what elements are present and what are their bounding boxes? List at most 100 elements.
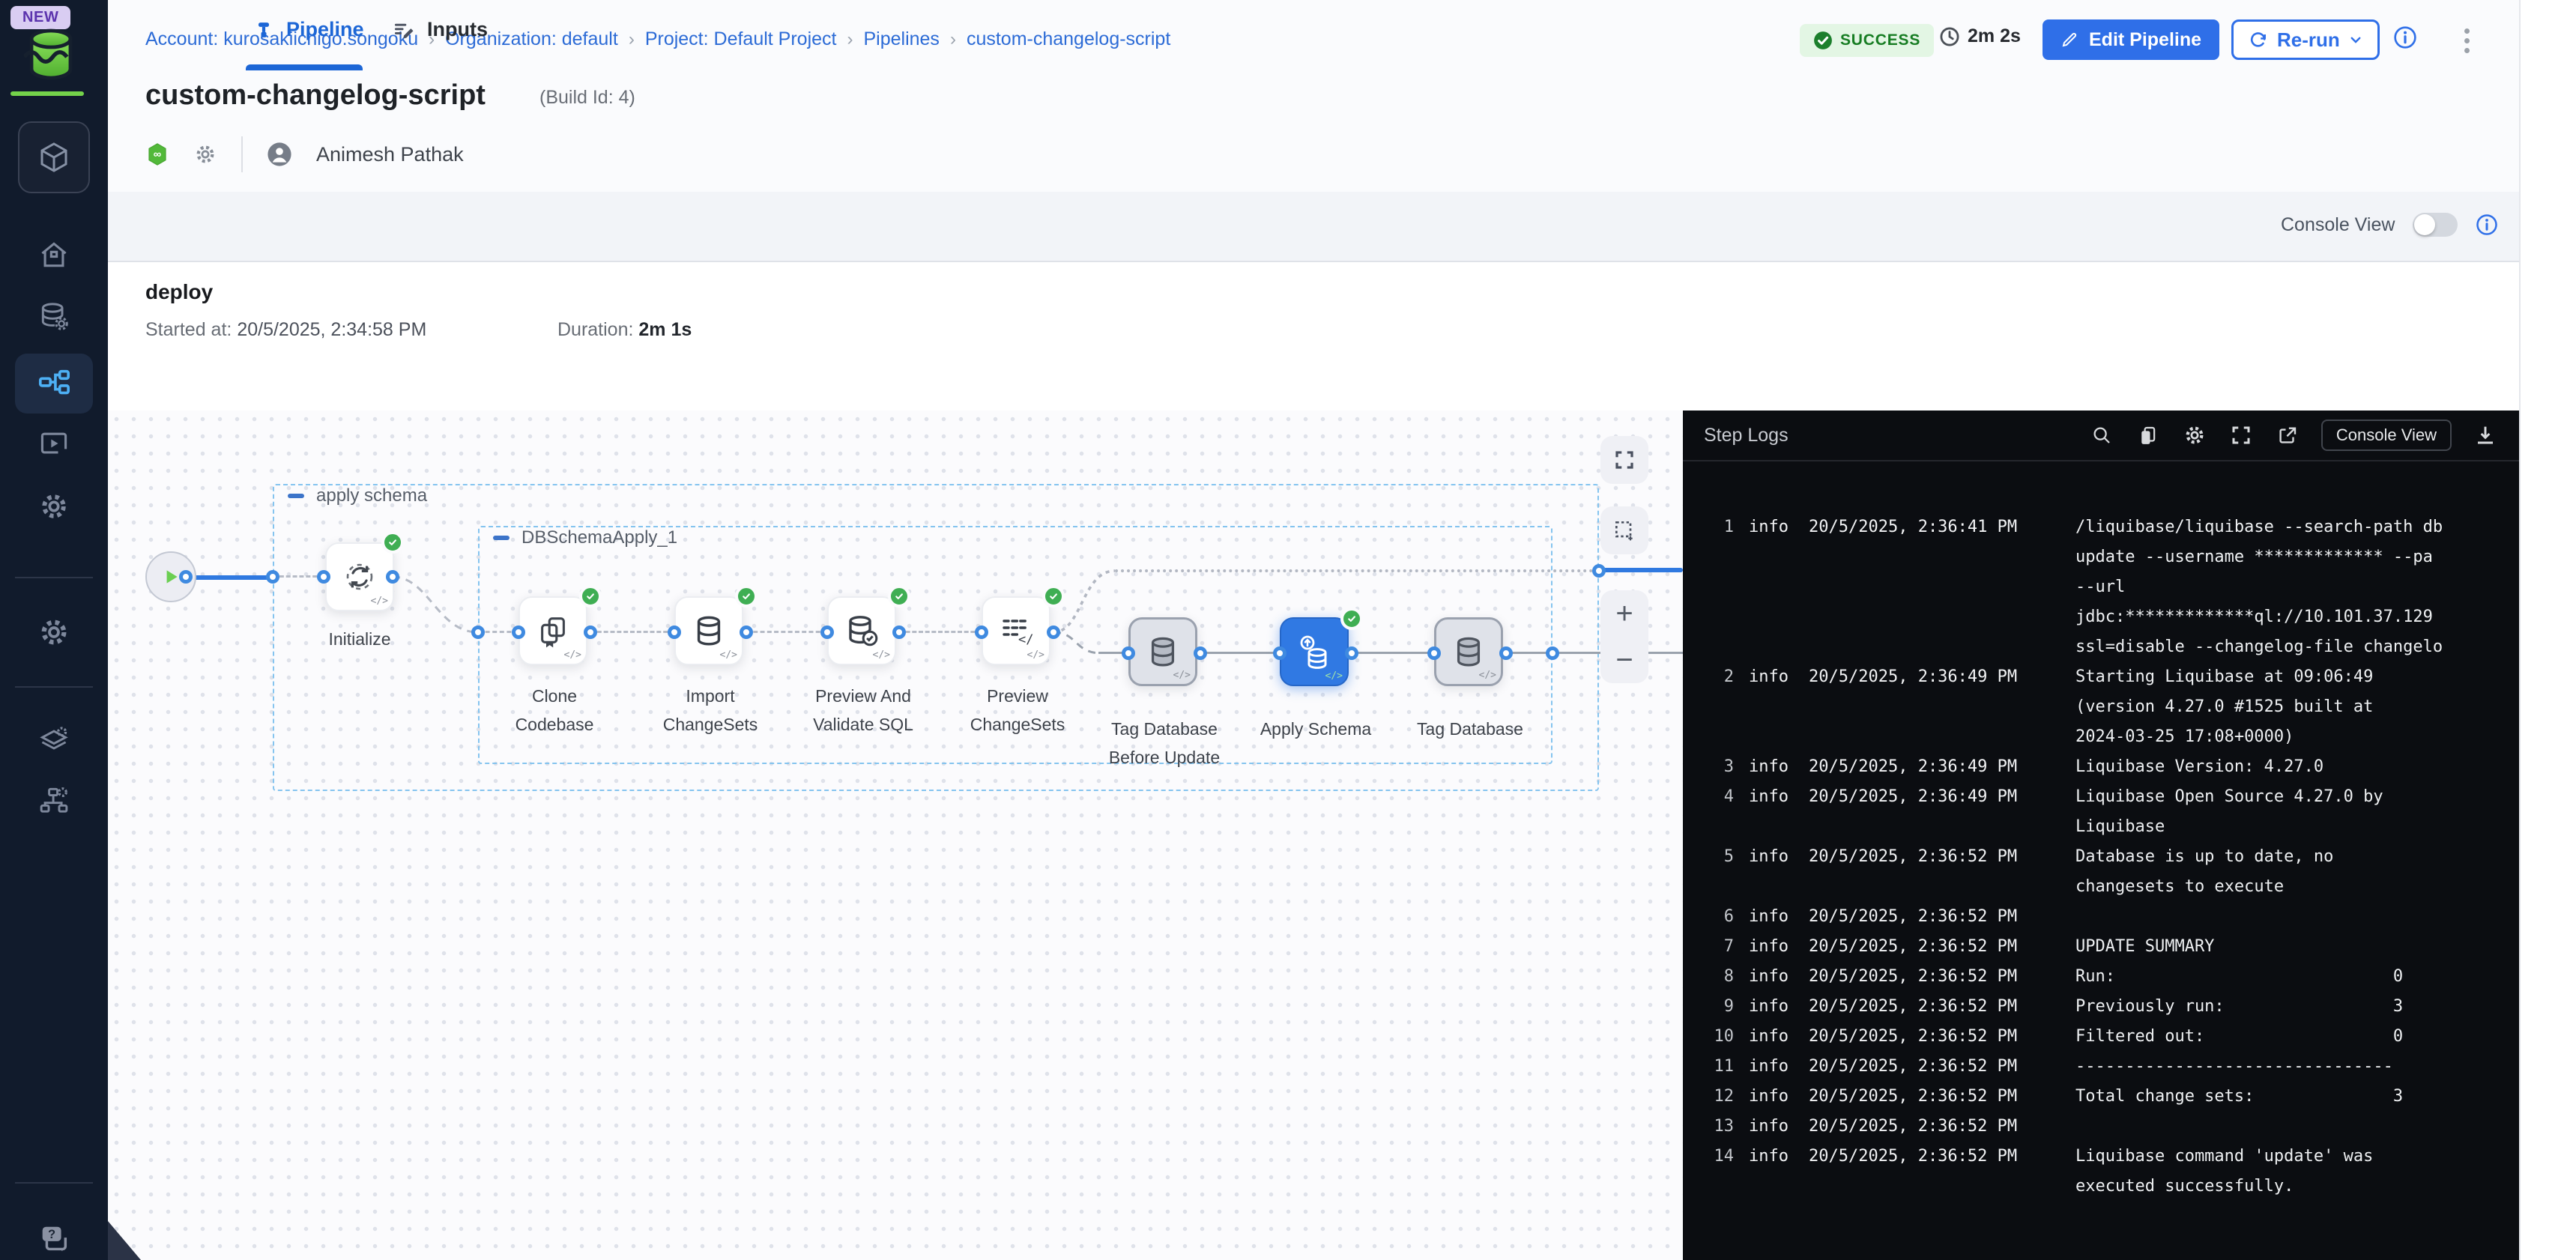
step-logs-panel: Step Logs Console View 1 info 20/5/2025,… bbox=[1683, 411, 2519, 1260]
node-apply-schema[interactable]: </> bbox=[1280, 617, 1349, 686]
node-preview-and-validate-sql[interactable]: </> bbox=[827, 596, 896, 665]
open-in-new-icon[interactable] bbox=[2275, 422, 2300, 448]
sidebar-item-database[interactable] bbox=[36, 298, 72, 334]
log-output[interactable]: 1 info 20/5/2025, 2:36:41 PM /liquibase/… bbox=[1683, 461, 2519, 1260]
rerun-button[interactable]: Re-run bbox=[2231, 19, 2380, 60]
log-level: info bbox=[1749, 1052, 1791, 1082]
breadcrumb-current[interactable]: custom-changelog-script bbox=[967, 28, 1170, 50]
node-preview-changesets[interactable]: </> </> bbox=[982, 596, 1050, 665]
sidebar-item-stage-settings[interactable] bbox=[36, 488, 72, 524]
log-level: info bbox=[1749, 752, 1791, 782]
console-view-toggle[interactable] bbox=[2413, 213, 2458, 237]
svg-text:∞: ∞ bbox=[154, 149, 161, 161]
sidebar-item-pipelines[interactable] bbox=[36, 366, 72, 402]
code-icon: </> bbox=[720, 649, 737, 661]
search-icon[interactable] bbox=[2089, 422, 2114, 448]
node-label: Preview AndValidate SQL bbox=[813, 682, 913, 739]
canvas-select-button[interactable] bbox=[1600, 506, 1648, 554]
log-timestamp: 20/5/2025, 2:36:52 PM bbox=[1809, 902, 2034, 932]
edge bbox=[899, 631, 982, 633]
log-timestamp: 20/5/2025, 2:36:52 PM bbox=[1809, 1052, 2034, 1082]
log-message: Total change sets: 3 bbox=[2075, 1082, 2462, 1112]
stage-name: deploy bbox=[145, 280, 213, 304]
code-icon: </> bbox=[1325, 670, 1343, 682]
log-timestamp: 20/5/2025, 2:36:52 PM bbox=[1809, 1082, 2034, 1112]
sidebar-divider bbox=[15, 686, 93, 688]
log-row: 3 info 20/5/2025, 2:36:49 PM Liquibase V… bbox=[1683, 752, 2519, 782]
log-line-number: 13 bbox=[1707, 1112, 1734, 1142]
code-icon: </> bbox=[564, 649, 581, 661]
node-clone-codebase[interactable]: </> bbox=[518, 596, 587, 665]
chevron-down-icon bbox=[2349, 33, 2362, 46]
log-line-number: 8 bbox=[1707, 962, 1734, 992]
sidebar-item-layers-settings[interactable] bbox=[36, 722, 72, 758]
page-right-margin bbox=[2519, 0, 2576, 1260]
sidebar-item-executions[interactable] bbox=[36, 425, 72, 461]
step-logs-title: Step Logs bbox=[1704, 425, 1789, 446]
log-timestamp: 20/5/2025, 2:36:52 PM bbox=[1809, 1022, 2034, 1052]
more-options-menu[interactable] bbox=[2452, 24, 2482, 57]
log-row: 2 info 20/5/2025, 2:36:49 PM Starting Li… bbox=[1683, 662, 2519, 752]
zoom-in-button[interactable]: + bbox=[1600, 590, 1648, 637]
node-label: CloneCodebase bbox=[515, 682, 594, 739]
log-row: 12 info 20/5/2025, 2:36:52 PM Total chan… bbox=[1683, 1082, 2519, 1112]
log-timestamp: 20/5/2025, 2:36:52 PM bbox=[1809, 1142, 2034, 1202]
breadcrumb-project[interactable]: Project: Default Project bbox=[645, 28, 837, 50]
breadcrumb-pipelines[interactable]: Pipelines bbox=[863, 28, 939, 50]
log-row: 7 info 20/5/2025, 2:36:52 PM UPDATE SUMM… bbox=[1683, 932, 2519, 962]
database-logo[interactable] bbox=[24, 27, 78, 81]
sidebar-item-flow-settings[interactable] bbox=[36, 782, 72, 818]
sidebar-item-settings[interactable] bbox=[36, 614, 72, 650]
database-check-icon bbox=[844, 613, 880, 649]
tab-bar bbox=[108, 192, 2519, 262]
info-icon[interactable] bbox=[2476, 213, 2498, 236]
node-initialize[interactable]: </> bbox=[325, 542, 394, 611]
clock-icon bbox=[1939, 26, 1960, 47]
console-view-button[interactable]: Console View bbox=[2321, 420, 2452, 451]
help-chat-icon[interactable]: ? bbox=[36, 1221, 72, 1257]
download-icon[interactable] bbox=[2473, 422, 2498, 448]
node-label: Apply Schema bbox=[1260, 715, 1371, 743]
log-line-number: 10 bbox=[1707, 1022, 1734, 1052]
success-check-badge bbox=[888, 585, 910, 608]
node-tag-database[interactable]: </> bbox=[1434, 617, 1503, 686]
sidebar-item-home[interactable] bbox=[36, 237, 72, 273]
pipeline-duration: 2m 2s bbox=[1939, 25, 2021, 47]
port bbox=[892, 626, 906, 639]
log-line-number: 2 bbox=[1707, 662, 1734, 752]
pipeline-canvas[interactable]: apply schema DBSchemaApply_1 bbox=[108, 411, 1683, 1260]
port bbox=[584, 626, 597, 639]
tab-pipeline[interactable]: Pipeline bbox=[253, 18, 364, 41]
log-level: info bbox=[1749, 1082, 1791, 1112]
expand-icon[interactable] bbox=[2228, 422, 2254, 448]
success-check-badge bbox=[735, 585, 758, 608]
database-icon bbox=[692, 614, 726, 648]
module-cube-button[interactable] bbox=[18, 121, 90, 193]
gear-icon[interactable] bbox=[2182, 422, 2207, 448]
info-icon[interactable] bbox=[2393, 25, 2417, 49]
port bbox=[317, 570, 330, 584]
edit-pipeline-button[interactable]: Edit Pipeline bbox=[2043, 19, 2219, 60]
zoom-out-button[interactable]: − bbox=[1600, 637, 1648, 683]
node-import-changesets[interactable]: </> bbox=[674, 596, 743, 665]
canvas-fullscreen-button[interactable] bbox=[1600, 436, 1648, 484]
log-row: 9 info 20/5/2025, 2:36:52 PM Previously … bbox=[1683, 992, 2519, 1022]
log-line-number: 11 bbox=[1707, 1052, 1734, 1082]
node-tag-database-before-update[interactable]: </> bbox=[1128, 617, 1197, 686]
panel-collapse-arrow[interactable] bbox=[108, 1221, 141, 1260]
log-row: 6 info 20/5/2025, 2:36:52 PM bbox=[1683, 902, 2519, 932]
log-timestamp: 20/5/2025, 2:36:52 PM bbox=[1809, 962, 2034, 992]
tab-inputs[interactable]: Inputs bbox=[393, 18, 488, 41]
log-message: Database is up to date, nochangesets to … bbox=[2075, 842, 2462, 902]
log-message: Liquibase Open Source 4.27.0 byLiquibase bbox=[2075, 782, 2462, 842]
log-message: Liquibase command 'update' wasexecuted s… bbox=[2075, 1142, 2462, 1202]
log-message: Previously run: 3 bbox=[2075, 992, 2462, 1022]
gear-icon[interactable] bbox=[193, 142, 217, 166]
port bbox=[1047, 626, 1060, 639]
database-filled-icon bbox=[1451, 634, 1486, 669]
edge-end bbox=[1599, 568, 1683, 572]
app-window: Account: kurosakiichigo.songoku› Organiz… bbox=[0, 0, 2576, 1260]
copy-icon[interactable] bbox=[2135, 422, 2161, 448]
log-row: 5 info 20/5/2025, 2:36:52 PM Database is… bbox=[1683, 842, 2519, 902]
log-level: info bbox=[1749, 932, 1791, 962]
